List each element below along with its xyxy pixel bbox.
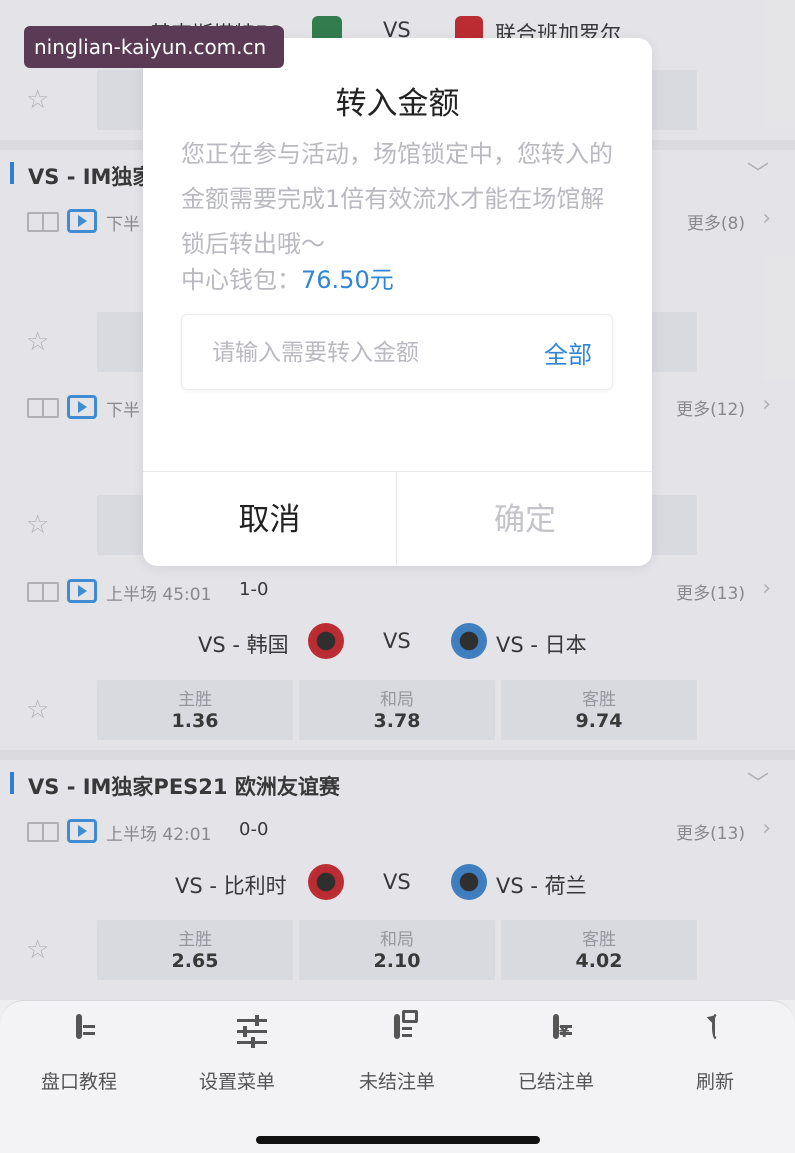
receipt-yen-icon: ¥ xyxy=(541,1014,571,1053)
refresh-icon xyxy=(700,1014,730,1053)
nav-unsettled-bets[interactable]: 未结注单 xyxy=(337,1014,457,1094)
clipboard-icon xyxy=(382,1014,412,1053)
all-amount-button[interactable]: 全部 xyxy=(544,335,592,370)
transfer-amount-dialog: 转入金额 您正在参与活动，场馆锁定中，您转入的金额需要完成1倍有效流水才能在场馆… xyxy=(143,38,652,566)
home-indicator[interactable] xyxy=(256,1136,540,1144)
bottom-nav: 盘口教程 设置菜单 未结注单 ¥ 已结注单 刷新 xyxy=(0,1000,795,1153)
nav-tutorial[interactable]: 盘口教程 xyxy=(19,1014,139,1094)
nav-label: 设置菜单 xyxy=(198,1071,275,1093)
nav-label: 未结注单 xyxy=(358,1071,435,1093)
document-icon xyxy=(64,1014,94,1053)
nav-settled-bets[interactable]: ¥ 已结注单 xyxy=(496,1014,616,1094)
nav-settings[interactable]: 设置菜单 xyxy=(177,1015,297,1094)
sliders-icon xyxy=(222,1015,267,1053)
wallet-amount: 76.50元 xyxy=(301,266,394,294)
confirm-button[interactable]: 确定 xyxy=(398,472,652,566)
wallet-balance: 中心钱包：76.50元 xyxy=(181,260,394,295)
dialog-actions: 取消 确定 xyxy=(143,471,652,566)
nav-label: 盘口教程 xyxy=(40,1071,117,1093)
dialog-notice: 您正在参与活动，场馆锁定中，您转入的金额需要完成1倍有效流水才能在场馆解锁后转出… xyxy=(181,140,613,258)
nav-label: 刷新 xyxy=(695,1071,734,1093)
watermark: ninglian-kaiyun.com.cn xyxy=(24,26,284,68)
wallet-label: 中心钱包： xyxy=(181,266,301,294)
amount-input[interactable] xyxy=(212,333,502,373)
nav-refresh[interactable]: 刷新 xyxy=(655,1014,775,1094)
nav-label: 已结注单 xyxy=(517,1071,594,1093)
cancel-button[interactable]: 取消 xyxy=(143,472,397,566)
amount-input-box: 全部 xyxy=(181,314,613,390)
dialog-title: 转入金额 xyxy=(335,86,460,122)
